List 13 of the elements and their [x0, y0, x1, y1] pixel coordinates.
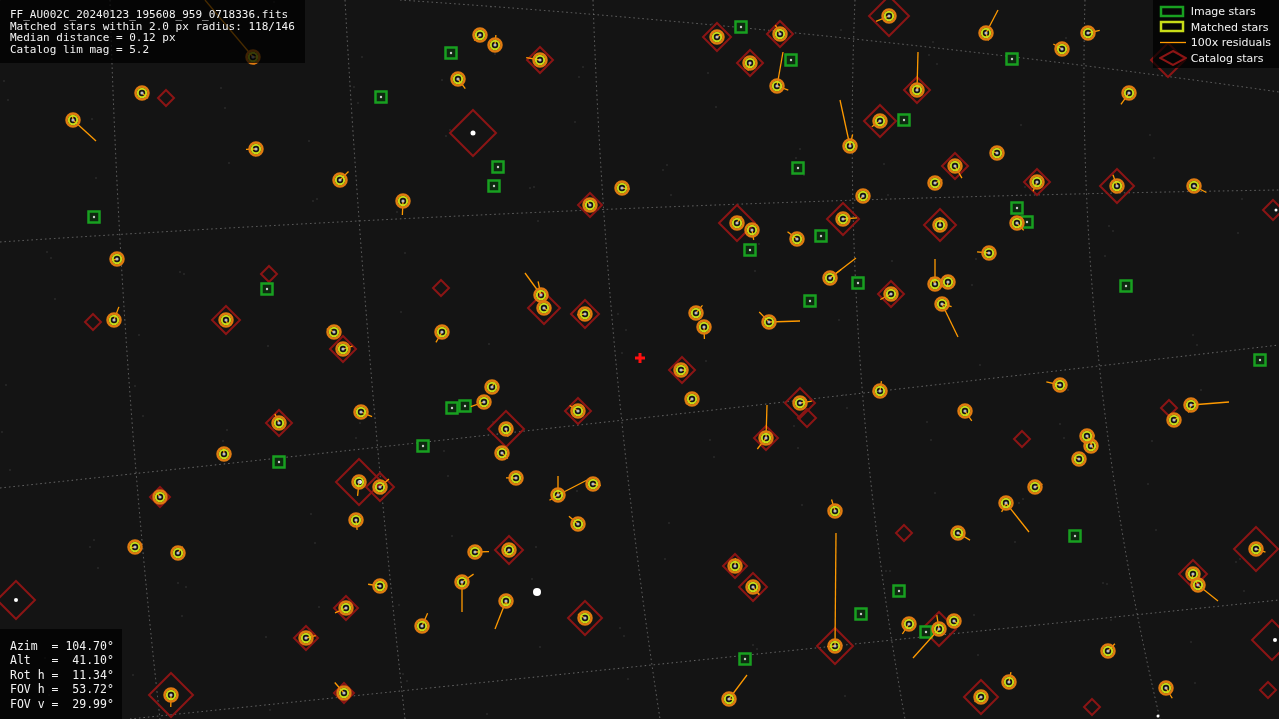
info-text: Catalog lim mag = 5.2: [10, 43, 151, 55]
info-text: Median distance = 0.12 px: [10, 32, 176, 44]
legend-label: Image stars: [1190, 6, 1256, 18]
legend-label: Catalog stars: [1190, 52, 1264, 64]
pointing-text: FOV h = 53.72°: [10, 682, 114, 697]
pointing-text: Azim = 104.70°: [10, 638, 114, 653]
pointing-text: Rot h = 11.34°: [10, 667, 114, 682]
pointing-text: FOV v = 29.99°: [10, 696, 114, 711]
info-text: Matched stars within 2.0 px radius: 118/146: [10, 20, 295, 32]
legend-label: Matched stars: [1190, 21, 1269, 33]
pointing-text: Alt = 41.10°: [10, 653, 114, 668]
info-text: FF_AU002C_20240123_195608_959_0718336.fits: [10, 9, 290, 21]
legend-label: 100x residuals: [1190, 37, 1271, 49]
